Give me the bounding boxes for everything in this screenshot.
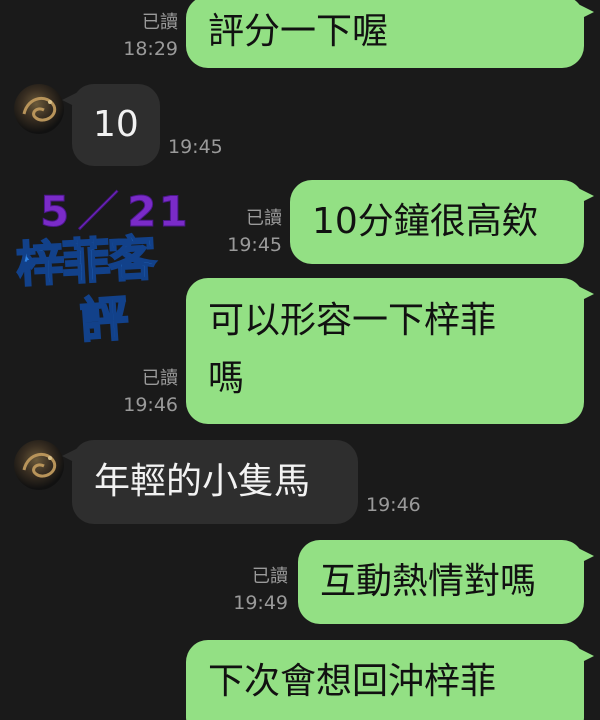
outgoing-message-bubble[interactable]: 互動熱情對嗎 — [298, 540, 594, 624]
message-time: 18:29 — [123, 38, 178, 60]
message-meta: 已讀 19:49 — [218, 564, 288, 616]
message-text: 下次會想回沖梓菲 — [208, 661, 497, 702]
date-sticker: 5 ／ 21 梓菲客 評 — [10, 178, 195, 351]
incoming-message-bubble[interactable]: 10 — [62, 84, 160, 166]
read-receipt: 已讀 — [246, 208, 282, 229]
sticker-subtitle: 評 — [77, 289, 131, 350]
message-text-line: 可以形容一下梓菲 — [208, 300, 497, 341]
message-meta: 19:46 — [366, 492, 436, 518]
chat-view: 已讀 18:29 評分一下喔 10 19:45 5 ／ 21 梓菲客 評 已讀 19… — [0, 0, 600, 720]
message-text: 互動熱情對嗎 — [320, 561, 537, 602]
message-time: 19:46 — [123, 394, 178, 416]
incoming-message-bubble[interactable]: 年輕的小隻馬 — [62, 440, 358, 524]
message-meta: 已讀 18:29 — [108, 10, 178, 62]
outgoing-message-bubble[interactable]: 可以形容一下梓菲 嗎 — [186, 278, 594, 424]
message-text: 年輕的小隻馬 — [94, 461, 311, 502]
message-time: 19:49 — [233, 592, 288, 614]
dragon-avatar-icon[interactable] — [14, 440, 64, 490]
outgoing-message-bubble[interactable]: 評分一下喔 — [186, 0, 594, 68]
dragon-avatar-icon[interactable] — [14, 84, 64, 134]
outgoing-message-bubble[interactable]: 下次會想回沖梓菲 — [186, 640, 594, 720]
read-receipt: 已讀 — [142, 368, 178, 389]
outgoing-message-bubble[interactable]: 10分鐘很高欸 — [290, 180, 594, 264]
message-text: 10 — [93, 104, 139, 145]
message-meta: 已讀 19:46 — [108, 366, 178, 418]
message-time: 19:45 — [168, 136, 223, 158]
read-receipt: 已讀 — [252, 566, 288, 587]
message-time: 19:46 — [366, 494, 421, 516]
message-meta: 已讀 19:45 — [212, 206, 282, 258]
read-receipt: 已讀 — [142, 12, 178, 33]
message-text: 評分一下喔 — [208, 11, 389, 52]
message-text: 10分鐘很高欸 — [312, 201, 538, 242]
message-meta: 19:45 — [168, 134, 238, 160]
message-time: 19:45 — [227, 234, 282, 256]
message-text-line: 嗎 — [208, 358, 245, 399]
